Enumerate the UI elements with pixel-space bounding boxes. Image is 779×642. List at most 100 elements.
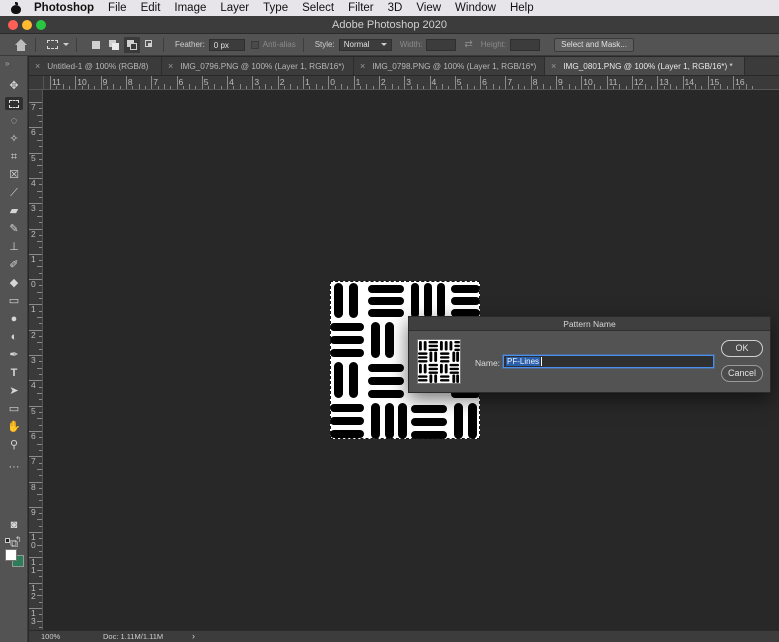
frame-icon[interactable]: ☒ (7, 169, 21, 182)
ruler-label: 8 (532, 77, 538, 87)
tab-img-0801[interactable]: × IMG_0801.PNG @ 100% (Layer 1, RGB/16*) … (545, 57, 745, 75)
magic-wand-icon[interactable]: ✧ (7, 133, 21, 146)
ruler-minor-tick (39, 538, 42, 540)
path-selection-icon[interactable]: ➤ (7, 385, 21, 398)
ruler-minor-tick (138, 84, 140, 89)
zoom-icon[interactable]: ⚲ (7, 439, 21, 452)
tab-untitled-1[interactable]: × Untitled-1 @ 100% (RGB/8) (29, 57, 162, 75)
tab-img-0798[interactable]: × IMG_0798.PNG @ 100% (Layer 1, RGB/16*) (354, 57, 545, 75)
eraser-icon[interactable]: ◆ (7, 277, 21, 290)
horizontal-ruler[interactable]: 11 10 9 8 7 6 5 4 3 2 1 0 1 2 3 4 5 6 7 8 9 10 11 12 13 14 15 16 (44, 76, 779, 90)
pattern-name-value: PF-Lines (506, 357, 541, 366)
ruler-minor-tick (745, 84, 747, 89)
menu-layer[interactable]: Layer (213, 2, 256, 14)
ruler-minor-tick (37, 443, 42, 445)
ruler-minor-tick (39, 196, 42, 198)
subtract-from-selection-icon[interactable] (124, 36, 140, 53)
add-to-selection-icon[interactable] (108, 39, 120, 51)
brush-icon[interactable]: ✎ (7, 223, 21, 236)
eyedropper-icon[interactable]: ⟋ (7, 187, 21, 200)
window-title-bar: Adobe Photoshop 2020 (0, 16, 779, 34)
swap-width-height-icon[interactable]: ⇄ (464, 39, 472, 50)
lasso-icon[interactable]: ◌ (7, 115, 21, 128)
rectangle-icon[interactable]: ▭ (7, 403, 21, 416)
feather-input[interactable]: 0 px (208, 38, 245, 51)
ruler-tick (353, 76, 355, 89)
intersect-selection-icon[interactable] (144, 39, 156, 51)
height-input[interactable] (510, 38, 541, 51)
dodge-icon[interactable]: ◐ (7, 331, 21, 344)
apple-logo-icon[interactable] (10, 2, 24, 14)
ruler-minor-tick (676, 86, 678, 89)
new-selection-icon[interactable] (90, 39, 102, 51)
zoom-level[interactable]: 100% (41, 632, 60, 641)
select-and-mask-button[interactable]: Select and Mask... (554, 37, 634, 52)
menu-3d[interactable]: 3D (381, 2, 410, 14)
ok-button[interactable]: OK (721, 340, 763, 357)
ruler-label: 3 (254, 77, 260, 87)
divider (35, 37, 36, 52)
ruler-minor-tick (144, 86, 146, 89)
ruler-tick (657, 76, 659, 89)
close-tab-icon[interactable]: × (35, 61, 40, 71)
hand-icon[interactable]: ✋ (7, 421, 21, 434)
ruler-minor-tick (39, 437, 42, 439)
history-brush-icon[interactable]: ✐ (7, 259, 21, 272)
close-tab-icon[interactable]: × (168, 61, 173, 71)
healing-brush-icon[interactable]: ▰ (7, 205, 21, 218)
ruler-tick (429, 76, 431, 89)
close-tab-icon[interactable]: × (551, 61, 556, 71)
vertical-ruler[interactable]: 7 6 5 4 3 2 1 0 1 2 3 4 5 6 7 8 9 10 11 12 13 (29, 90, 43, 630)
ruler-label: 3 (406, 77, 411, 87)
type-icon[interactable]: T (7, 367, 21, 380)
gradient-icon[interactable]: ▭ (7, 295, 21, 308)
menu-file[interactable]: File (101, 2, 134, 14)
menu-filter[interactable]: Filter (341, 2, 381, 14)
width-input[interactable] (426, 38, 457, 51)
marquee-preset-icon[interactable] (47, 40, 58, 49)
ruler-minor-tick (467, 84, 469, 89)
tab-img-0796[interactable]: × IMG_0796.PNG @ 100% (Layer 1, RGB/16*) (162, 57, 354, 75)
pattern-name-input[interactable]: PF-Lines (503, 355, 714, 368)
clone-stamp-icon[interactable]: ⊥ (7, 241, 21, 254)
quick-mask-icon[interactable]: ◙ (7, 519, 21, 532)
ruler-minor-tick (119, 86, 121, 89)
rectangular-marquee-icon[interactable] (5, 97, 23, 110)
ruler-minor-tick (39, 386, 42, 388)
divider (76, 37, 77, 52)
ruler-label: 0 (330, 77, 336, 87)
crop-icon[interactable]: ⌗ (7, 151, 21, 164)
ruler-label: 4 (431, 77, 437, 87)
cancel-button[interactable]: Cancel (721, 365, 763, 382)
ruler-tick (480, 76, 482, 89)
menu-image[interactable]: Image (167, 2, 213, 14)
ruler-minor-tick (39, 614, 42, 616)
anti-alias-checkbox[interactable] (250, 40, 259, 49)
panel-collapse-icon[interactable]: » (5, 59, 10, 68)
ruler-minor-tick (37, 266, 42, 268)
menu-help[interactable]: Help (503, 2, 541, 14)
blur-icon[interactable]: ● (7, 313, 21, 326)
move-icon[interactable]: ✥ (7, 80, 21, 93)
ruler-minor-tick (39, 285, 42, 287)
screen-mode-icon[interactable]: ⧉ (7, 538, 21, 551)
ruler-minor-tick (37, 519, 42, 521)
menu-edit[interactable]: Edit (134, 2, 168, 14)
close-tab-icon[interactable]: × (360, 61, 365, 71)
style-select[interactable]: Normal (338, 38, 392, 51)
menu-select[interactable]: Select (295, 2, 341, 14)
menu-window[interactable]: Window (448, 2, 503, 14)
ruler-origin[interactable] (29, 76, 44, 90)
menu-app-photoshop[interactable]: Photoshop (32, 2, 101, 14)
ruler-label: 2 (380, 77, 386, 87)
ruler-minor-tick (37, 367, 42, 369)
chevron-right-icon[interactable]: › (192, 631, 195, 641)
more-tools-icon[interactable]: ··· (7, 461, 21, 474)
menu-view[interactable]: View (409, 2, 448, 14)
home-icon[interactable] (14, 38, 28, 51)
menu-type[interactable]: Type (256, 2, 295, 14)
ruler-minor-tick (720, 84, 722, 89)
ruler-tick (631, 76, 633, 89)
pen-icon[interactable]: ✒ (7, 349, 21, 362)
chevron-down-icon[interactable] (63, 43, 69, 46)
